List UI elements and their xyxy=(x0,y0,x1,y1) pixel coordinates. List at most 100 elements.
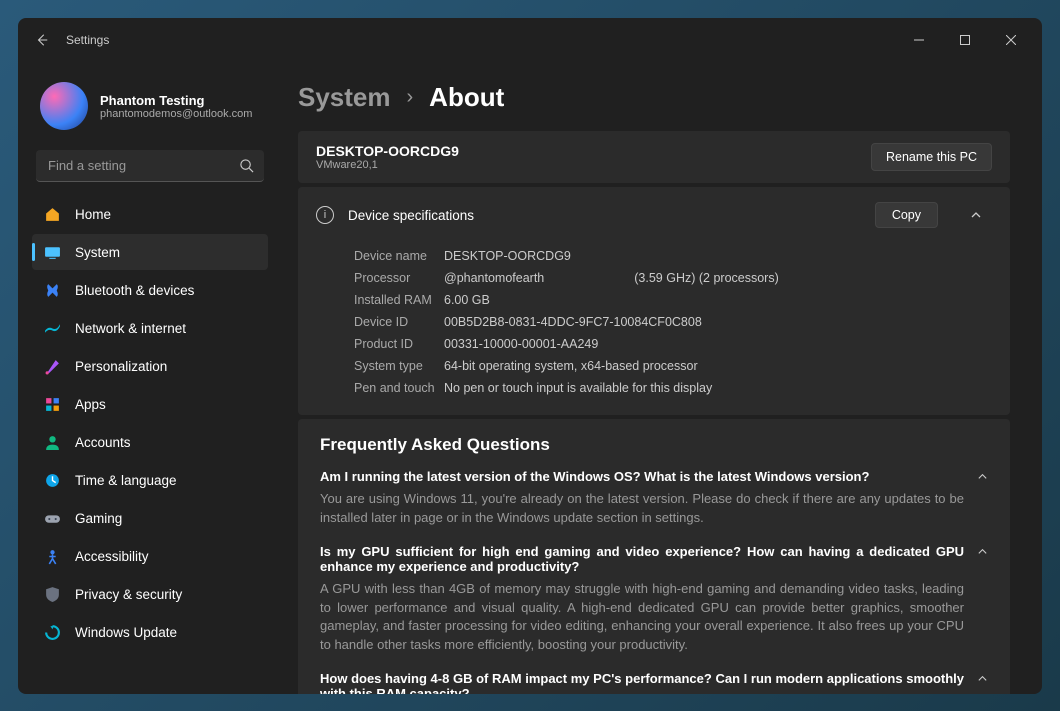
search-box xyxy=(36,150,264,182)
sidebar: Phantom Testing phantomodemos@outlook.co… xyxy=(18,62,278,694)
nav-label: Accounts xyxy=(75,435,131,450)
nav-label: Windows Update xyxy=(75,625,177,640)
copy-button[interactable]: Copy xyxy=(875,202,938,228)
spec-value: 00B5D2B8-0831-4DDC-9FC7-10084CF0C808 xyxy=(444,315,702,329)
pc-model: VMware20,1 xyxy=(316,159,459,171)
search-icon xyxy=(239,158,254,173)
breadcrumb-current: About xyxy=(429,82,504,113)
breadcrumb: System › About xyxy=(298,82,1010,113)
chevron-up-icon xyxy=(970,209,982,221)
sidebar-item-personalization[interactable]: Personalization xyxy=(32,348,268,384)
profile-email: phantomodemos@outlook.com xyxy=(100,108,252,120)
faq-list: Am I running the latest version of the W… xyxy=(320,469,988,694)
faq-item: How does having 4-8 GB of RAM impact my … xyxy=(320,671,988,694)
sidebar-item-privacy-security[interactable]: Privacy & security xyxy=(32,576,268,612)
spec-row: Device nameDESKTOP-OORCDG9 xyxy=(354,245,992,267)
chevron-right-icon: › xyxy=(407,86,414,109)
profile[interactable]: Phantom Testing phantomodemos@outlook.co… xyxy=(32,72,268,146)
rename-pc-button[interactable]: Rename this PC xyxy=(871,143,992,171)
avatar xyxy=(40,82,88,130)
spec-value: DESKTOP-OORCDG9 xyxy=(444,249,571,263)
faq-title: Frequently Asked Questions xyxy=(320,435,988,455)
spec-value: No pen or touch input is available for t… xyxy=(444,381,712,395)
nav-label: Bluetooth & devices xyxy=(75,283,194,298)
spec-key: Product ID xyxy=(354,337,444,351)
faq-item: Am I running the latest version of the W… xyxy=(320,469,988,528)
spec-key: Processor xyxy=(354,271,444,285)
sidebar-item-system[interactable]: System xyxy=(32,234,268,270)
nav-label: Network & internet xyxy=(75,321,186,336)
window-controls xyxy=(896,24,1034,56)
settings-window: Settings Phantom Testing phantomodemos@o… xyxy=(18,18,1042,694)
close-button[interactable] xyxy=(988,24,1034,56)
device-spec-header[interactable]: i Device specifications Copy xyxy=(298,187,1010,243)
nav-icon xyxy=(44,586,61,603)
spec-key: System type xyxy=(354,359,444,373)
faq-collapse[interactable] xyxy=(977,471,988,482)
nav-icon xyxy=(44,358,61,375)
sidebar-item-gaming[interactable]: Gaming xyxy=(32,500,268,536)
nav-icon xyxy=(44,434,61,451)
nav-icon xyxy=(44,624,61,641)
spec-key: Pen and touch xyxy=(354,381,444,395)
spec-value: 6.00 GB xyxy=(444,293,490,307)
nav-icon xyxy=(44,320,61,337)
sidebar-item-time-language[interactable]: Time & language xyxy=(32,462,268,498)
spec-key: Installed RAM xyxy=(354,293,444,307)
pc-name: DESKTOP-OORCDG9 xyxy=(316,143,459,159)
arrow-left-icon xyxy=(35,33,49,47)
search-input[interactable] xyxy=(36,150,264,182)
faq-question: How does having 4-8 GB of RAM impact my … xyxy=(320,671,964,694)
breadcrumb-parent[interactable]: System xyxy=(298,82,391,113)
sidebar-item-windows-update[interactable]: Windows Update xyxy=(32,614,268,650)
collapse-button[interactable] xyxy=(960,199,992,231)
back-button[interactable] xyxy=(26,24,58,56)
sidebar-item-accounts[interactable]: Accounts xyxy=(32,424,268,460)
spec-value: @phantomofearth xyxy=(444,271,544,285)
spec-row: Pen and touchNo pen or touch input is av… xyxy=(354,377,992,399)
spec-row: Product ID00331-10000-00001-AA249 xyxy=(354,333,992,355)
maximize-button[interactable] xyxy=(942,24,988,56)
device-spec-card: i Device specifications Copy Device name… xyxy=(298,187,1010,415)
main-content: System › About DESKTOP-OORCDG9 VMware20,… xyxy=(278,62,1042,694)
spec-value: 00331-10000-00001-AA249 xyxy=(444,337,598,351)
nav-label: Gaming xyxy=(75,511,122,526)
nav-icon xyxy=(44,244,61,261)
chevron-up-icon xyxy=(977,471,988,482)
faq-collapse[interactable] xyxy=(977,546,988,557)
minimize-button[interactable] xyxy=(896,24,942,56)
nav: Home System Bluetooth & devices Network & i… xyxy=(32,196,268,650)
sidebar-item-accessibility[interactable]: Accessibility xyxy=(32,538,268,574)
profile-name: Phantom Testing xyxy=(100,93,252,108)
nav-icon xyxy=(44,510,61,527)
sidebar-item-bluetooth-devices[interactable]: Bluetooth & devices xyxy=(32,272,268,308)
faq-answer: You are using Windows 11, you're already… xyxy=(320,490,964,528)
nav-icon xyxy=(44,472,61,489)
info-icon: i xyxy=(316,206,334,224)
nav-label: Accessibility xyxy=(75,549,149,564)
nav-icon xyxy=(44,206,61,223)
faq-card: Frequently Asked Questions Am I running … xyxy=(298,419,1010,694)
faq-collapse[interactable] xyxy=(977,673,988,684)
nav-label: System xyxy=(75,245,120,260)
pc-card: DESKTOP-OORCDG9 VMware20,1 Rename this P… xyxy=(298,131,1010,183)
sidebar-item-apps[interactable]: Apps xyxy=(32,386,268,422)
nav-label: Personalization xyxy=(75,359,167,374)
spec-row: Processor@phantomofearth (3.59 GHz) (2 pr… xyxy=(354,267,992,289)
nav-icon xyxy=(44,548,61,565)
spec-value-extra: (3.59 GHz) (2 processors) xyxy=(634,271,778,285)
spec-row: System type64-bit operating system, x64-… xyxy=(354,355,992,377)
sidebar-item-home[interactable]: Home xyxy=(32,196,268,232)
titlebar: Settings xyxy=(18,18,1042,62)
chevron-up-icon xyxy=(977,546,988,557)
spec-row: Installed RAM6.00 GB xyxy=(354,289,992,311)
spec-row: Device ID00B5D2B8-0831-4DDC-9FC7-10084CF… xyxy=(354,311,992,333)
close-icon xyxy=(1006,35,1016,45)
device-spec-title: Device specifications xyxy=(348,208,474,223)
nav-icon xyxy=(44,396,61,413)
spec-rows: Device nameDESKTOP-OORCDG9Processor@phan… xyxy=(298,243,1010,415)
spec-key: Device ID xyxy=(354,315,444,329)
nav-label: Apps xyxy=(75,397,106,412)
faq-question: Am I running the latest version of the W… xyxy=(320,469,964,484)
sidebar-item-network-internet[interactable]: Network & internet xyxy=(32,310,268,346)
